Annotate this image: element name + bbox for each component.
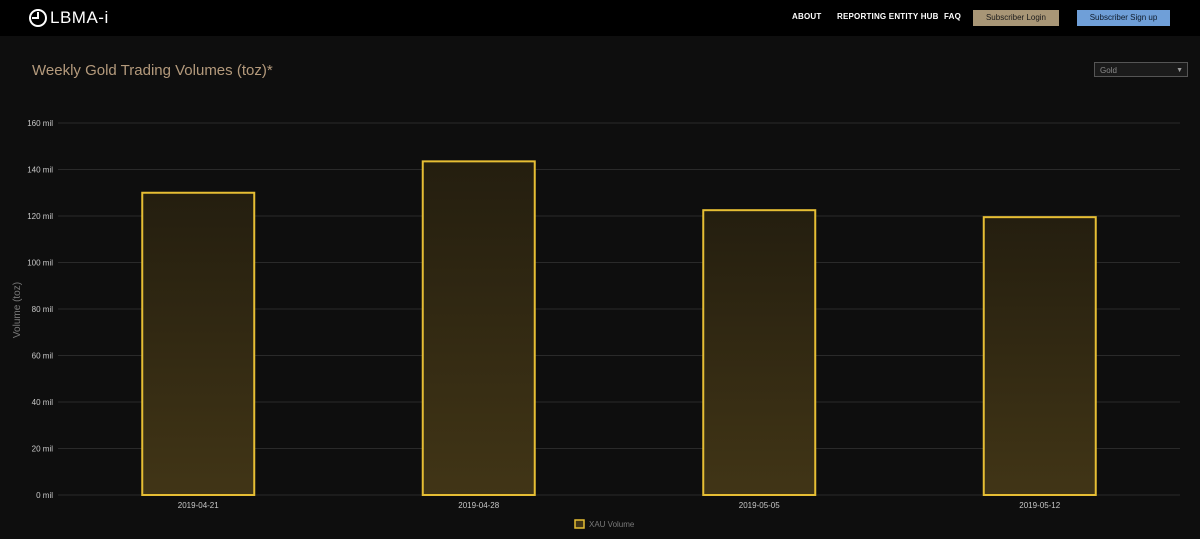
y-tick-label: 0 mil: [36, 491, 53, 500]
nav-faq[interactable]: FAQ: [944, 12, 961, 21]
logo-text: LBMA-i: [50, 8, 109, 27]
y-tick-label: 40 mil: [32, 398, 54, 407]
y-tick-label: 140 mil: [27, 166, 53, 175]
lbma-logo-icon: [29, 9, 47, 27]
y-tick-label: 60 mil: [32, 352, 54, 361]
page-title: Weekly Gold Trading Volumes (toz)*: [32, 62, 273, 79]
bar-2019-05-05[interactable]: [702, 209, 817, 496]
x-tick-label: 2019-05-12: [1019, 501, 1060, 510]
chevron-down-icon: ▼: [1176, 67, 1183, 74]
legend-label[interactable]: XAU Volume: [589, 520, 635, 529]
legend-swatch[interactable]: [574, 519, 585, 529]
bar-2019-05-12[interactable]: [982, 216, 1097, 496]
top-navigation-bar: LBMA-i ABOUT REPORTING ENTITY HUB FAQ Su…: [0, 0, 1200, 36]
nav-reporting-entity-hub[interactable]: REPORTING ENTITY HUB: [837, 12, 939, 21]
y-tick-label: 80 mil: [32, 305, 54, 314]
nav-about[interactable]: ABOUT: [792, 12, 821, 21]
y-tick-label: 100 mil: [27, 259, 53, 268]
volume-bar-chart: 0 mil 20 mil 40 mil 60 mil 80 mil 100 mil 120 …: [12, 119, 1180, 529]
x-tick-label: 2019-05-05: [739, 501, 780, 510]
y-tick-label: 20 mil: [32, 445, 54, 454]
chart-legend[interactable]: XAU Volume: [574, 519, 635, 529]
lbma-logo[interactable]: LBMA-i: [28, 8, 109, 28]
x-tick-label: 2019-04-28: [458, 501, 499, 510]
x-tick-label: 2019-04-21: [178, 501, 219, 510]
y-tick-label: 160 mil: [27, 119, 53, 128]
metal-select-value: Gold: [1100, 66, 1117, 75]
subscriber-signup-button[interactable]: Subscriber Sign up: [1077, 10, 1170, 26]
bar-2019-04-21[interactable]: [141, 191, 256, 496]
subscriber-login-button[interactable]: Subscriber Login: [973, 10, 1059, 26]
bar-2019-04-28[interactable]: [421, 160, 536, 497]
y-axis-label: Volume (toz): [12, 282, 23, 338]
y-tick-label: 120 mil: [27, 212, 53, 221]
metal-select[interactable]: Gold ▼: [1094, 62, 1188, 77]
